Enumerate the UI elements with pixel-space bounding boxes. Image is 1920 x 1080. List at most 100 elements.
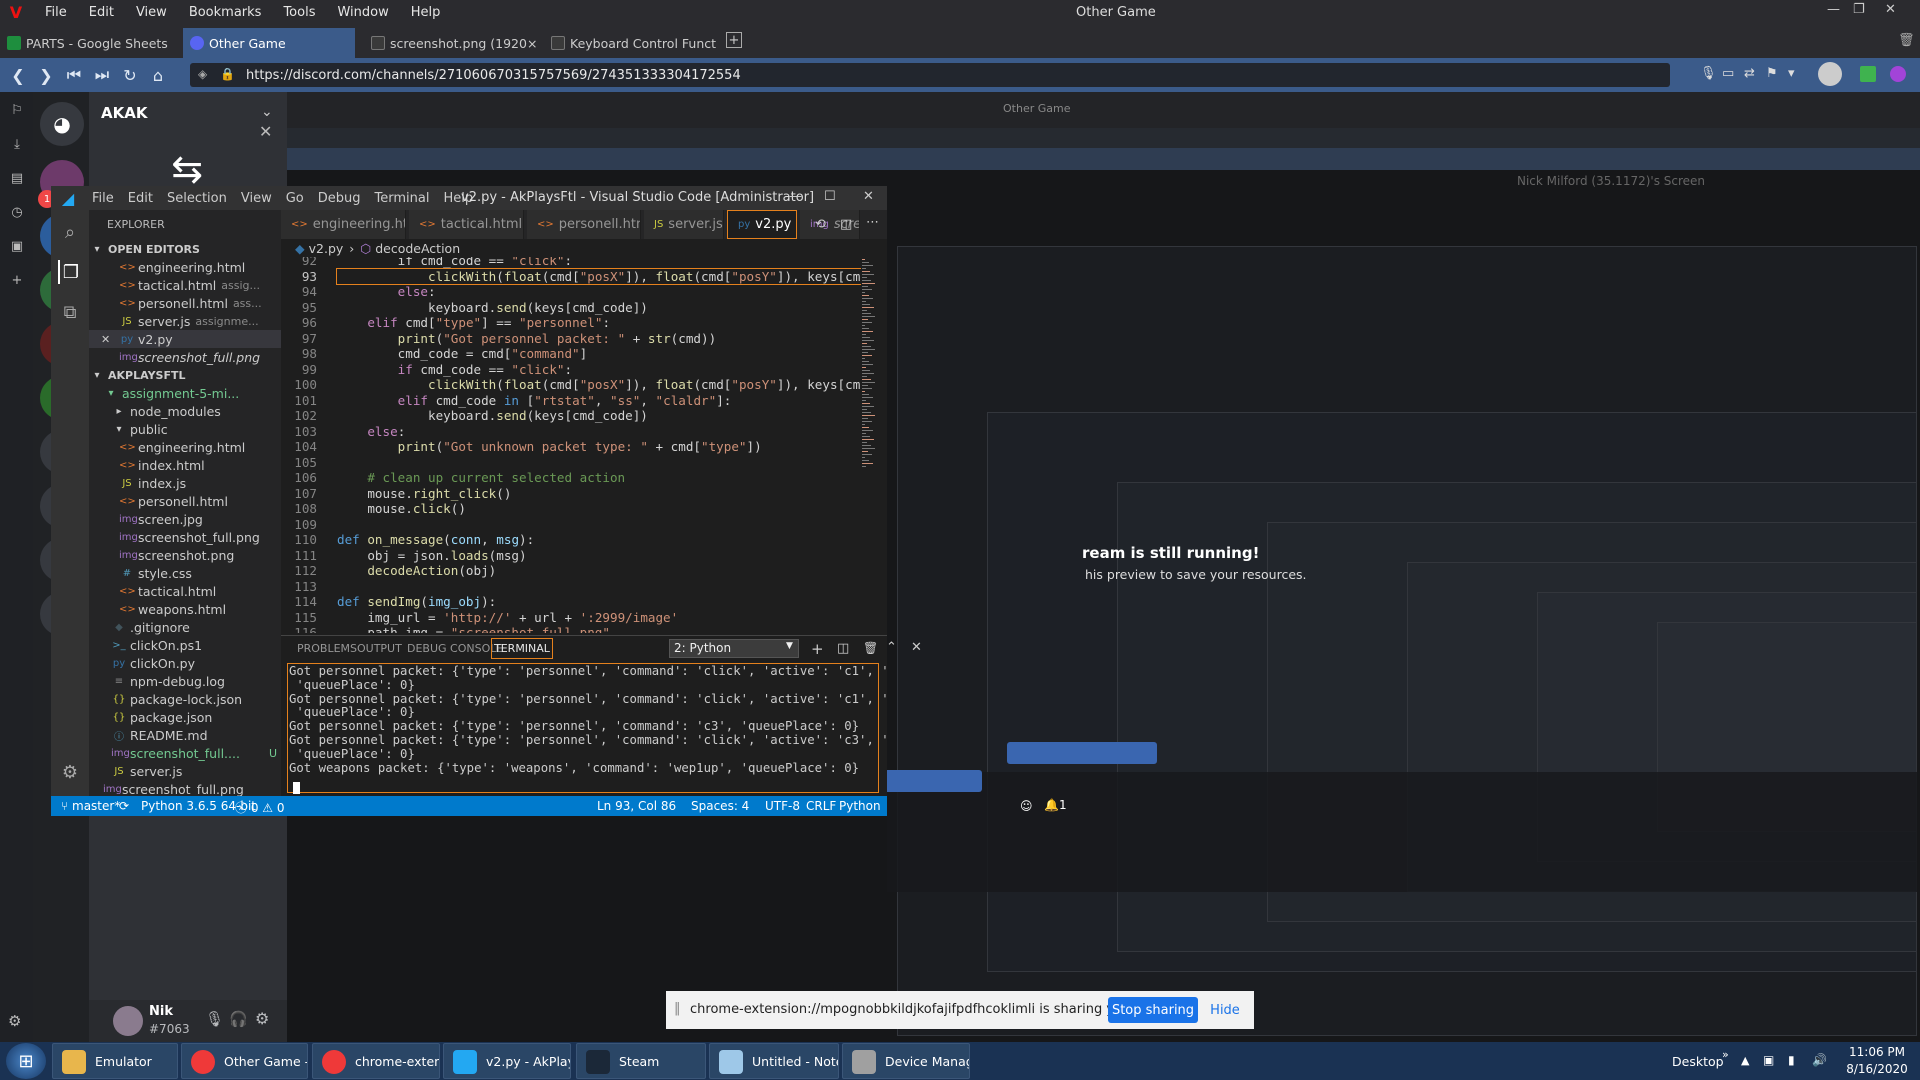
code-editor[interactable]: 92 if cmd_code == "click": 93 clickWith(f… bbox=[281, 257, 861, 633]
vscode-menu-view[interactable]: View bbox=[234, 191, 279, 206]
tab-terminal[interactable]: TERMINAL bbox=[491, 638, 553, 659]
menu-file[interactable]: File bbox=[34, 5, 78, 20]
stop-sharing-button[interactable]: Stop sharing bbox=[1108, 997, 1198, 1023]
tab-problems[interactable]: PROBLEMS bbox=[297, 642, 357, 655]
menu-view[interactable]: View bbox=[125, 5, 178, 20]
editor-tab[interactable]: pyv2.py✕ bbox=[727, 210, 797, 239]
minimize-icon[interactable]: — bbox=[789, 189, 802, 204]
taskbar-item[interactable]: Steam bbox=[576, 1043, 706, 1079]
taskbar-item[interactable]: Untitled - Notepad bbox=[709, 1043, 839, 1079]
discord-home-icon[interactable]: ◕ bbox=[40, 102, 84, 146]
vscode-menu-selection[interactable]: Selection bbox=[160, 191, 234, 206]
sync-icon[interactable]: ⟳ bbox=[119, 799, 129, 813]
minimap[interactable] bbox=[861, 257, 877, 633]
forward-icon[interactable]: ❯ bbox=[32, 66, 60, 85]
vscode-menu-edit[interactable]: Edit bbox=[121, 191, 160, 206]
purple-extension-icon[interactable] bbox=[1890, 66, 1906, 82]
close-icon[interactable]: ✕ bbox=[1885, 2, 1896, 17]
tree-item[interactable]: # style.css bbox=[89, 564, 281, 582]
chevron-down-icon[interactable]: ⌄ bbox=[261, 104, 273, 120]
menu-tools[interactable]: Tools bbox=[272, 5, 326, 20]
panel-settings-icon[interactable]: ⚙ bbox=[8, 1012, 21, 1030]
explorer-files-icon[interactable]: ❐ bbox=[58, 260, 82, 284]
tree-item[interactable]: ⓘ README.md bbox=[89, 726, 281, 744]
taskbar-item[interactable]: Emulator bbox=[52, 1043, 178, 1079]
open-editor-item[interactable]: JS server.js assignme... bbox=[89, 312, 281, 330]
taskbar-item[interactable]: Device Manager bbox=[842, 1043, 970, 1079]
tree-item[interactable]: <> tactical.html bbox=[89, 582, 281, 600]
editor-tab[interactable]: <> engineering.html bbox=[281, 210, 406, 239]
tree-item[interactable]: JS index.js bbox=[89, 474, 281, 492]
tree-item[interactable]: ▾ assignment-5-mi... bbox=[89, 384, 281, 402]
close-icon[interactable]: ✕ bbox=[101, 333, 119, 346]
settings-gear-icon[interactable]: ⚙ bbox=[255, 1009, 269, 1028]
minimize-icon[interactable]: — bbox=[1827, 2, 1840, 17]
tree-item[interactable]: py clickOn.py bbox=[89, 654, 281, 672]
terminal[interactable]: Got personnel packet: {'type': 'personne… bbox=[281, 661, 887, 796]
tree-item[interactable]: ▾ public bbox=[89, 420, 281, 438]
language-mode[interactable]: Python bbox=[839, 799, 881, 813]
tree-item[interactable]: {} package-lock.json bbox=[89, 690, 281, 708]
camera-icon[interactable]: ▭ bbox=[1722, 66, 1734, 81]
downloads-panel-icon[interactable]: ⤓ bbox=[9, 136, 25, 152]
tray-network-icon[interactable]: ▣ bbox=[1763, 1053, 1774, 1067]
tree-item[interactable]: ≡ npm-debug.log bbox=[89, 672, 281, 690]
open-editor-item[interactable]: <> personell.html ass... bbox=[89, 294, 281, 312]
new-terminal-icon[interactable]: + bbox=[811, 640, 824, 658]
menu-edit[interactable]: Edit bbox=[78, 5, 125, 20]
tree-item[interactable]: JS server.js bbox=[89, 762, 281, 780]
tray-expand-icon[interactable]: ▲ bbox=[1741, 1054, 1749, 1067]
tree-item[interactable]: img screen.jpg bbox=[89, 510, 281, 528]
tree-item[interactable]: img screenshot.png bbox=[89, 546, 281, 564]
clock-time[interactable]: 11:06 PM bbox=[1842, 1045, 1912, 1059]
history-panel-icon[interactable]: ◷ bbox=[9, 204, 25, 220]
tab-output[interactable]: OUTPUT bbox=[357, 642, 402, 655]
trash-icon[interactable]: 🗑 bbox=[1898, 33, 1915, 48]
open-editor-item[interactable]: <> engineering.html bbox=[89, 258, 281, 276]
tree-item[interactable]: <> personell.html bbox=[89, 492, 281, 510]
tab-debug-console[interactable]: DEBUG CONSOLE bbox=[407, 642, 503, 655]
avatar[interactable] bbox=[113, 1006, 143, 1036]
maximize-panel-icon[interactable]: ⌃ bbox=[886, 640, 897, 655]
indentation[interactable]: Spaces: 4 bbox=[691, 799, 749, 813]
open-editor-item[interactable]: <> tactical.html assig... bbox=[89, 276, 281, 294]
url-field[interactable]: ◈ 🔒 https://discord.com/channels/2710606… bbox=[190, 63, 1670, 87]
tree-item[interactable]: img screenshot_full.png bbox=[89, 528, 281, 546]
green-extension-icon[interactable] bbox=[1860, 66, 1876, 82]
chevron-right-icon[interactable]: » bbox=[1722, 1048, 1729, 1061]
bookmarks-panel-icon[interactable]: ⚐ bbox=[9, 102, 25, 118]
tray-battery-icon[interactable]: ▮ bbox=[1788, 1053, 1795, 1067]
project-header[interactable]: ▾ AKPLAYSFTL bbox=[89, 366, 281, 384]
extensions-icon[interactable]: ⧉ bbox=[58, 300, 82, 324]
tree-item[interactable]: img screenshot_full.png bbox=[89, 780, 281, 797]
problems-indicator[interactable]: ⓧ 0 ⚠ 0 bbox=[235, 799, 285, 816]
tab-keyboard-control[interactable]: Keyboard Control Function bbox=[544, 28, 716, 58]
tree-item[interactable]: ◆ .gitignore bbox=[89, 618, 281, 636]
manage-gear-icon[interactable]: ⚙ bbox=[58, 760, 82, 784]
tree-item[interactable]: img screenshot_full.... U bbox=[89, 744, 281, 762]
maximize-icon[interactable]: ☐ bbox=[824, 189, 836, 204]
clock-date[interactable]: 8/16/2020 bbox=[1842, 1062, 1912, 1076]
microphone-icon[interactable]: 🎙 bbox=[205, 1010, 224, 1028]
split-terminal-icon[interactable]: ◫ bbox=[837, 641, 849, 656]
menu-bookmarks[interactable]: Bookmarks bbox=[178, 5, 273, 20]
back-icon[interactable]: ❮ bbox=[4, 66, 32, 85]
vscode-menu-go[interactable]: Go bbox=[279, 191, 311, 206]
split-editor-icon[interactable]: ◫ bbox=[840, 217, 852, 232]
maximize-icon[interactable]: ❐ bbox=[1853, 2, 1865, 17]
close-icon[interactable]: ✕ bbox=[259, 122, 272, 141]
tree-item[interactable]: {} package.json bbox=[89, 708, 281, 726]
line-ending[interactable]: CRLF bbox=[806, 799, 836, 813]
extension-icon[interactable]: ⇄ bbox=[1744, 66, 1755, 81]
breadcrumb-symbol[interactable]: decodeAction bbox=[375, 241, 460, 256]
tree-item[interactable]: ▸ node_modules bbox=[89, 402, 281, 420]
kill-terminal-icon[interactable]: 🗑 bbox=[863, 641, 878, 655]
tree-item[interactable]: >_ clickOn.ps1 bbox=[89, 636, 281, 654]
mic-icon[interactable]: 🎙 bbox=[1700, 66, 1717, 81]
menu-help[interactable]: Help bbox=[400, 5, 452, 20]
menu-window[interactable]: Window bbox=[326, 5, 399, 20]
tab-parts-sheets[interactable]: PARTS - Google Sheets bbox=[0, 28, 180, 58]
add-panel-icon[interactable]: + bbox=[9, 272, 25, 288]
start-windows-icon[interactable]: ⊞ bbox=[6, 1043, 46, 1079]
feedback-smiley-icon[interactable]: ☺ bbox=[1020, 799, 1033, 813]
